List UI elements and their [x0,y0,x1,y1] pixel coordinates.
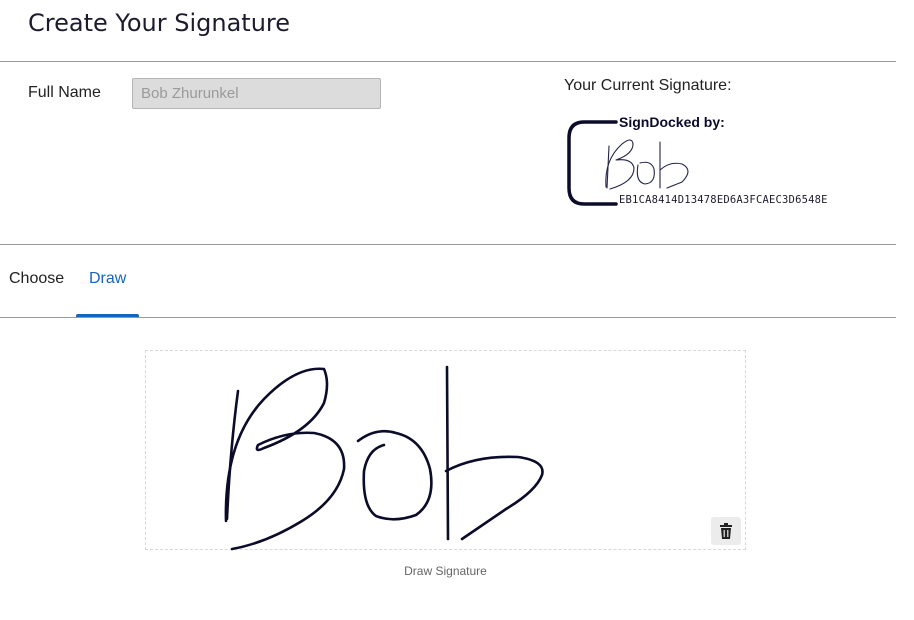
signature-hash: EB1CA8414D13478ED6A3FCAEC3D6548E [619,194,828,206]
trash-icon [720,523,732,539]
divider [0,317,896,318]
current-signature-label: Your Current Signature: [564,77,732,94]
signature-drawing-canvas[interactable] [145,350,746,551]
clear-signature-button[interactable] [711,517,741,545]
divider [0,61,896,62]
current-signature-preview: SignDocked by: EB1CA8414D13478ED6A3FCAEC… [564,112,864,212]
drawn-signature [224,365,544,551]
page-title: Create Your Signature [28,9,291,37]
tab-draw[interactable]: Draw [89,270,126,288]
divider [0,244,896,245]
canvas-caption: Draw Signature [404,564,487,578]
signed-by-label: SignDocked by: [619,114,725,130]
full-name-label: Full Name [28,84,101,101]
full-name-input[interactable] [132,78,381,109]
tab-choose[interactable]: Choose [9,270,64,288]
signature-mini-image [605,139,689,190]
